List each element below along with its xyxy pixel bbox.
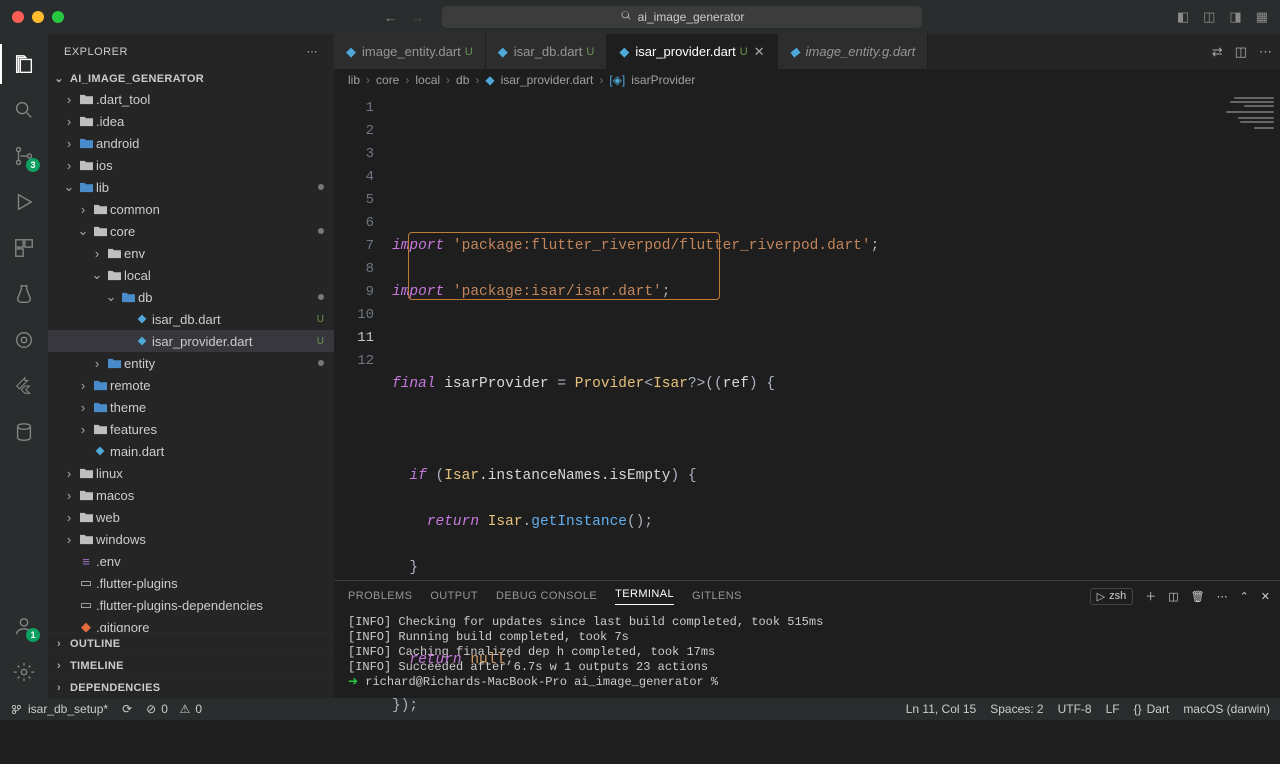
tree-item-main.dart[interactable]: main.dart [48, 440, 334, 462]
more-icon[interactable]: ⋯ [307, 45, 319, 58]
tree-item-isar_db.dart[interactable]: isar_db.dartU [48, 308, 334, 330]
tree-item-linux[interactable]: ›linux [48, 462, 334, 484]
project-header[interactable]: ⌄ AI_IMAGE_GENERATOR [48, 69, 334, 88]
tree-item-features[interactable]: ›features [48, 418, 334, 440]
tree-item-.flutter-plugins[interactable]: ▭.flutter-plugins [48, 572, 334, 594]
activitybar: 3 1 [0, 34, 48, 698]
git-branch[interactable]: isar_db_setup* [10, 702, 108, 716]
dependencies-section[interactable]: ›DEPENDENCIES [48, 676, 334, 698]
close-window[interactable] [12, 11, 24, 23]
flutter-icon[interactable] [0, 366, 48, 406]
tree-item-.env[interactable]: ≡.env [48, 550, 334, 572]
layout-grid-icon[interactable]: ▦ [1256, 9, 1268, 25]
maximize-window[interactable] [52, 11, 64, 23]
tab-isar_db.dart[interactable]: ◆isar_db.dartU [486, 34, 608, 69]
file-tree: ›.dart_tool›.idea›android›ios⌄lib›common… [48, 88, 334, 632]
outline-section[interactable]: ›OUTLINE [48, 632, 334, 654]
search-icon [620, 10, 632, 25]
traffic-lights [12, 11, 64, 23]
more-tabs-icon[interactable]: ⋯ [1259, 44, 1272, 60]
panel-tab-problems[interactable]: PROBLEMS [348, 590, 412, 602]
tree-item-lib[interactable]: ⌄lib [48, 176, 334, 198]
panel-tabs: PROBLEMS OUTPUT DEBUG CONSOLE TERMINAL G… [334, 581, 1280, 611]
scm-badge: 3 [26, 158, 40, 172]
extensions-icon[interactable] [0, 228, 48, 268]
more-panel-icon[interactable]: ⋯ [1217, 590, 1228, 603]
tree-item-.gitignore[interactable]: ◆.gitignore [48, 616, 334, 632]
account-badge: 1 [26, 628, 40, 642]
minimap[interactable] [1220, 91, 1280, 580]
tree-item-core[interactable]: ⌄core [48, 220, 334, 242]
panel-tab-gitlens[interactable]: GITLENS [692, 590, 742, 602]
tree-item-ios[interactable]: ›ios [48, 154, 334, 176]
sync-icon[interactable]: ⟳ [122, 702, 132, 716]
timeline-section[interactable]: ›TIMELINE [48, 654, 334, 676]
settings-icon[interactable] [0, 652, 48, 692]
tree-item-windows[interactable]: ›windows [48, 528, 334, 550]
editor-tabs: ◆image_entity.dartU◆isar_db.dartU◆isar_p… [334, 34, 1280, 69]
tree-item-remote[interactable]: ›remote [48, 374, 334, 396]
testing-icon[interactable] [0, 274, 48, 314]
split-terminal-icon[interactable]: ◫ [1168, 590, 1178, 603]
tree-item-common[interactable]: ›common [48, 198, 334, 220]
tree-item-web[interactable]: ›web [48, 506, 334, 528]
chevron-down-icon: ⌄ [52, 72, 66, 85]
tab-image_entity.dart[interactable]: ◆image_entity.dartU [334, 34, 486, 69]
sidebar: EXPLORER ⋯ ⌄ AI_IMAGE_GENERATOR ›.dart_t… [48, 34, 334, 698]
code-content[interactable]: import 'package:flutter_riverpod/flutter… [392, 91, 1220, 580]
close-panel-icon[interactable]: ✕ [1261, 590, 1270, 603]
tree-item-isar_provider.dart[interactable]: isar_provider.dartU [48, 330, 334, 352]
tree-item-macos[interactable]: ›macos [48, 484, 334, 506]
layout-bottom-icon[interactable]: ◫ [1203, 9, 1215, 25]
panel-tab-output[interactable]: OUTPUT [430, 590, 478, 602]
gitlens-icon[interactable] [0, 320, 48, 360]
tab-isar_provider.dart[interactable]: ◆isar_provider.dartU✕ [607, 34, 777, 69]
close-tab-icon[interactable]: ✕ [754, 44, 765, 60]
tab-image_entity.g.dart[interactable]: ◆image_entity.g.dart [778, 34, 929, 69]
compare-icon[interactable]: ⇄ [1212, 44, 1223, 60]
code-editor[interactable]: 123456 789101112 import 'package:flutter… [334, 91, 1280, 580]
layout-right-icon[interactable]: ◨ [1229, 9, 1241, 25]
explorer-icon[interactable] [0, 44, 48, 84]
back-arrow-icon[interactable]: ← [384, 10, 397, 25]
search-text: ai_image_generator [638, 10, 745, 24]
breadcrumb[interactable]: lib› core› local› db› ◆isar_provider.dar… [334, 69, 1280, 91]
tree-item-android[interactable]: ›android [48, 132, 334, 154]
problems-count[interactable]: ⊘ 0 ⚠ 0 [146, 702, 202, 716]
tree-item-.dart_tool[interactable]: ›.dart_tool [48, 88, 334, 110]
forward-arrow-icon[interactable]: → [411, 10, 424, 25]
tree-item-theme[interactable]: ›theme [48, 396, 334, 418]
layout-left-icon[interactable]: ◧ [1177, 9, 1189, 25]
editor-area: ◆image_entity.dartU◆isar_db.dartU◆isar_p… [334, 34, 1280, 698]
sidebar-title: EXPLORER ⋯ [48, 34, 334, 69]
panel-tab-terminal[interactable]: TERMINAL [615, 588, 674, 605]
source-control-icon[interactable]: 3 [0, 136, 48, 176]
panel-tab-debug[interactable]: DEBUG CONSOLE [496, 590, 597, 602]
tree-item-.flutter-plugins-dependencies[interactable]: ▭.flutter-plugins-dependencies [48, 594, 334, 616]
tree-item-db[interactable]: ⌄db [48, 286, 334, 308]
titlebar: ← → ai_image_generator ◧ ◫ ◨ ▦ [0, 0, 1280, 34]
maximize-panel-icon[interactable]: ⌃ [1240, 590, 1249, 603]
tree-item-local[interactable]: ⌄local [48, 264, 334, 286]
terminal-shell[interactable]: ▷ zsh [1090, 588, 1134, 605]
split-icon[interactable]: ◫ [1235, 44, 1247, 60]
tree-item-.idea[interactable]: ›.idea [48, 110, 334, 132]
debug-icon[interactable] [0, 182, 48, 222]
search-activitybar-icon[interactable] [0, 90, 48, 130]
command-center[interactable]: ai_image_generator [442, 6, 922, 28]
minimize-window[interactable] [32, 11, 44, 23]
new-terminal-icon[interactable]: ＋ [1145, 588, 1156, 604]
trash-icon[interactable]: 🗑 [1191, 590, 1205, 603]
tree-item-env[interactable]: ›env [48, 242, 334, 264]
nav-arrows: ← → [384, 10, 424, 25]
gutter: 123456 789101112 [334, 91, 392, 580]
account-icon[interactable]: 1 [0, 606, 48, 646]
tree-item-entity[interactable]: ›entity [48, 352, 334, 374]
database-icon[interactable] [0, 412, 48, 452]
